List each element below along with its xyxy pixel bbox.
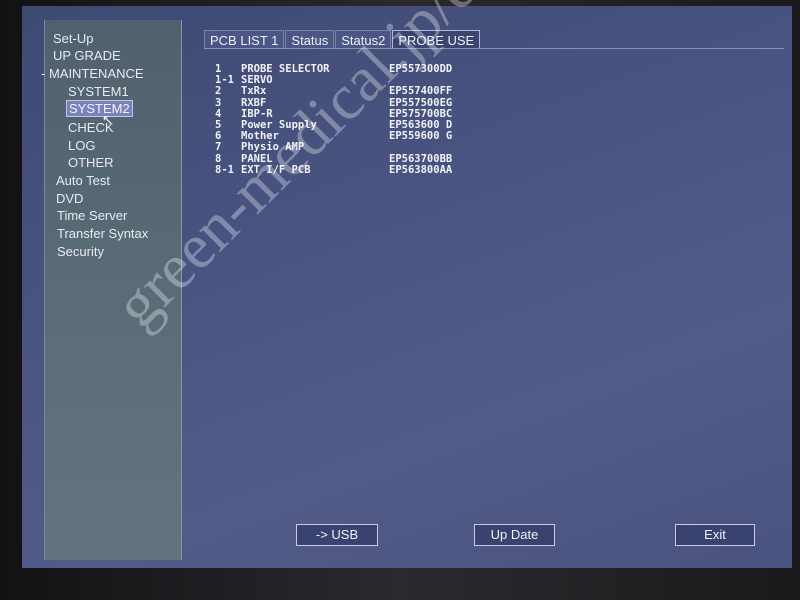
tab-status2[interactable]: Status2 xyxy=(335,30,392,48)
pcb-name: TxRx xyxy=(241,85,267,98)
pcb-code: EP557400FF xyxy=(389,85,453,98)
usb-button[interactable]: -> USB xyxy=(296,524,378,546)
tab-pcb-list-1[interactable]: PCB LIST 1 xyxy=(204,30,285,48)
mouse-cursor-icon: ↖ xyxy=(102,112,113,127)
nav-transfer-syntax[interactable]: Transfer Syntax xyxy=(57,226,148,241)
exit-button[interactable]: Exit xyxy=(675,524,755,546)
pcb-name: EXT I/F PCB xyxy=(241,163,311,176)
nav-setup[interactable]: Set-Up xyxy=(53,31,93,46)
tab-probe-use[interactable]: PROBE USE xyxy=(392,30,481,48)
pcb-list: 1 PROBE SELECTOR EP557300DD 1-1 SERVO 2 TxRx EP… xyxy=(215,63,453,176)
nav-log[interactable]: LOG xyxy=(68,138,95,153)
screen: Set-Up UP GRADE - MAINTENANCE SYSTEM1 SY… xyxy=(22,6,792,568)
pcb-row: 7 Physio AMP xyxy=(215,142,452,153)
pcb-name: Physio AMP xyxy=(241,141,305,154)
nav-dvd[interactable]: DVD xyxy=(56,191,83,206)
nav-system2[interactable]: SYSTEM2 xyxy=(66,100,133,117)
pcb-code: EP559600 G xyxy=(389,130,453,143)
pcb-no: 7 xyxy=(215,141,222,154)
nav-system1[interactable]: SYSTEM1 xyxy=(68,84,129,99)
nav-time-server[interactable]: Time Server xyxy=(57,208,127,223)
nav-maintenance[interactable]: - MAINTENANCE xyxy=(41,66,144,81)
pcb-no: 8-1 xyxy=(215,163,234,176)
pcb-row: 2 TxRx EP557400FF xyxy=(215,86,452,97)
nav-other[interactable]: OTHER xyxy=(68,155,114,170)
pcb-code: EP563800AA xyxy=(389,163,453,176)
pcb-code: EP557300DD xyxy=(389,63,453,75)
pcb-no: 2 xyxy=(215,85,222,98)
tab-status[interactable]: Status xyxy=(285,30,335,48)
nav-upgrade[interactable]: UP GRADE xyxy=(53,48,121,63)
nav-security[interactable]: Security xyxy=(57,244,104,259)
nav-auto-test[interactable]: Auto Test xyxy=(56,173,110,188)
pcb-row: 8-1 EXT I/F PCB EP563800AA xyxy=(215,163,453,176)
update-button[interactable]: Up Date xyxy=(474,524,555,546)
tab-bar: PCB LIST 1 Status Status2 PROBE USE xyxy=(204,30,784,49)
